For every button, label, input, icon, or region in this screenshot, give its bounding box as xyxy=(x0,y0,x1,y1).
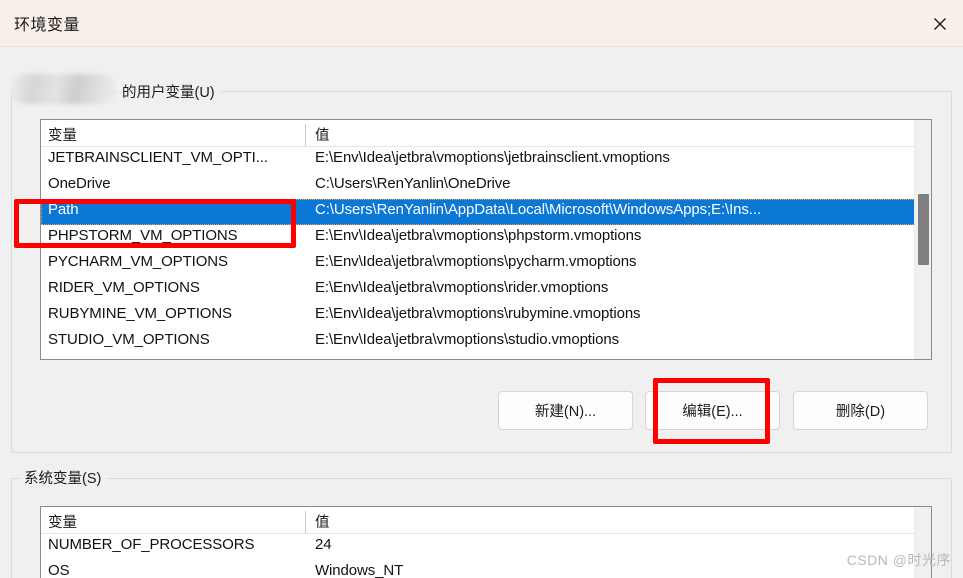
user-variable-row[interactable]: JETBRAINSCLIENT_VM_OPTI... E:\Env\Idea\je… xyxy=(41,147,931,173)
system-variable-row[interactable]: NUMBER_OF_PROCESSORS 24 xyxy=(41,534,931,560)
user-list-scrollbar[interactable] xyxy=(914,120,931,359)
user-variable-row-name: RIDER_VM_OPTIONS xyxy=(48,279,200,296)
system-variable-row-name: OS xyxy=(48,562,70,578)
user-variable-row[interactable]: PYCHARM_VM_OPTIONS E:\Env\Idea\jetbra\vmo… xyxy=(41,251,931,277)
user-variable-row-value: E:\Env\Idea\jetbra\vmoptions\pycharm.vmo… xyxy=(315,253,637,270)
system-variable-row-name: NUMBER_OF_PROCESSORS xyxy=(48,536,255,553)
user-variables-list-header: 变量 值 xyxy=(41,120,931,147)
user-variable-row-value: E:\Env\Idea\jetbra\vmoptions\rubymine.vm… xyxy=(315,305,641,322)
new-user-variable-button[interactable]: 新建(N)... xyxy=(498,391,633,430)
new-user-variable-button-label: 新建(N)... xyxy=(534,404,597,420)
user-list-scrollbar-thumb[interactable] xyxy=(918,194,929,265)
user-variable-row-value: E:\Env\Idea\jetbra\vmoptions\jetbrainscl… xyxy=(315,149,670,166)
user-variable-row[interactable]: RUBYMINE_VM_OPTIONS E:\Env\Idea\jetbra\vm… xyxy=(41,303,931,329)
system-variables-list[interactable]: 变量 值 NUMBER_OF_PROCESSORS 24 OS Windows_NT xyxy=(40,506,932,578)
environment-variables-dialog: 环境变量 的用户变量(U) 变量 值 JETBRAINSCLIENT_VM_OP… xyxy=(0,0,963,578)
edit-user-variable-button[interactable]: 编辑(E)... xyxy=(645,391,780,430)
system-variables-rows: NUMBER_OF_PROCESSORS 24 OS Windows_NT xyxy=(41,534,931,578)
user-variable-row-value: C:\Users\RenYanlin\OneDrive xyxy=(315,175,511,192)
user-variable-row-value: E:\Env\Idea\jetbra\vmoptions\studio.vmop… xyxy=(315,331,619,348)
username-redaction-blob xyxy=(11,74,115,104)
user-variable-row-name: OneDrive xyxy=(48,175,111,192)
user-variables-list[interactable]: 变量 值 JETBRAINSCLIENT_VM_OPTI... E:\Env\Id… xyxy=(40,119,932,360)
system-variables-legend: 系统变量(S) xyxy=(20,467,108,488)
system-col-value-header[interactable]: 值 xyxy=(315,511,330,532)
window-title: 环境变量 xyxy=(14,17,81,34)
user-variable-row-name: PHPSTORM_VM_OPTIONS xyxy=(48,227,238,244)
close-button[interactable] xyxy=(917,0,963,47)
user-variable-row-value: E:\Env\Idea\jetbra\vmoptions\phpstorm.vm… xyxy=(315,227,642,244)
user-variables-legend: 的用户变量(U) xyxy=(118,81,221,102)
user-variable-row-name: Path xyxy=(48,201,79,218)
system-variable-row-value: 24 xyxy=(315,536,332,553)
user-variable-row[interactable]: RIDER_VM_OPTIONS E:\Env\Idea\jetbra\vmopt… xyxy=(41,277,931,303)
edit-user-variable-button-label: 编辑(E)... xyxy=(682,404,743,420)
delete-user-variable-button[interactable]: 删除(D) xyxy=(793,391,928,430)
user-column-divider[interactable] xyxy=(305,124,306,146)
system-variables-legend-text: 系统变量(S) xyxy=(24,471,102,487)
user-variable-row[interactable]: OneDrive C:\Users\RenYanlin\OneDrive xyxy=(41,173,931,199)
system-variable-row-value: Windows_NT xyxy=(315,562,404,578)
user-variable-row[interactable]: STUDIO_VM_OPTIONS E:\Env\Idea\jetbra\vmop… xyxy=(41,329,931,355)
system-col-name-header[interactable]: 变量 xyxy=(48,511,77,532)
system-column-divider[interactable] xyxy=(305,511,306,533)
system-list-scrollbar-thumb[interactable] xyxy=(918,509,929,539)
user-variable-row-name: STUDIO_VM_OPTIONS xyxy=(48,331,210,348)
close-icon xyxy=(931,15,949,33)
system-variable-row[interactable]: OS Windows_NT xyxy=(41,560,931,578)
title-bar: 环境变量 xyxy=(0,0,963,47)
user-variable-row[interactable]: PHPSTORM_VM_OPTIONS E:\Env\Idea\jetbra\vm… xyxy=(41,225,931,251)
user-variable-row-value: C:\Users\RenYanlin\AppData\Local\Microso… xyxy=(315,201,762,218)
user-variables-rows: JETBRAINSCLIENT_VM_OPTI... E:\Env\Idea\je… xyxy=(41,147,931,355)
user-variable-row-name: JETBRAINSCLIENT_VM_OPTI... xyxy=(48,149,268,166)
user-variable-row[interactable]: Path C:\Users\RenYanlin\AppData\Local\Mic… xyxy=(41,199,931,225)
delete-user-variable-button-label: 删除(D) xyxy=(835,404,886,420)
csdn-watermark: CSDN @时光序 xyxy=(846,552,951,568)
user-col-value-header[interactable]: 值 xyxy=(315,124,330,145)
user-variable-row-value: E:\Env\Idea\jetbra\vmoptions\rider.vmopt… xyxy=(315,279,609,296)
system-variables-list-header: 变量 值 xyxy=(41,507,931,534)
user-variable-row-name: PYCHARM_VM_OPTIONS xyxy=(48,253,228,270)
user-col-name-header[interactable]: 变量 xyxy=(48,124,77,145)
user-variable-row-name: RUBYMINE_VM_OPTIONS xyxy=(48,305,232,322)
user-variables-legend-text: 的用户变量(U) xyxy=(122,85,215,101)
